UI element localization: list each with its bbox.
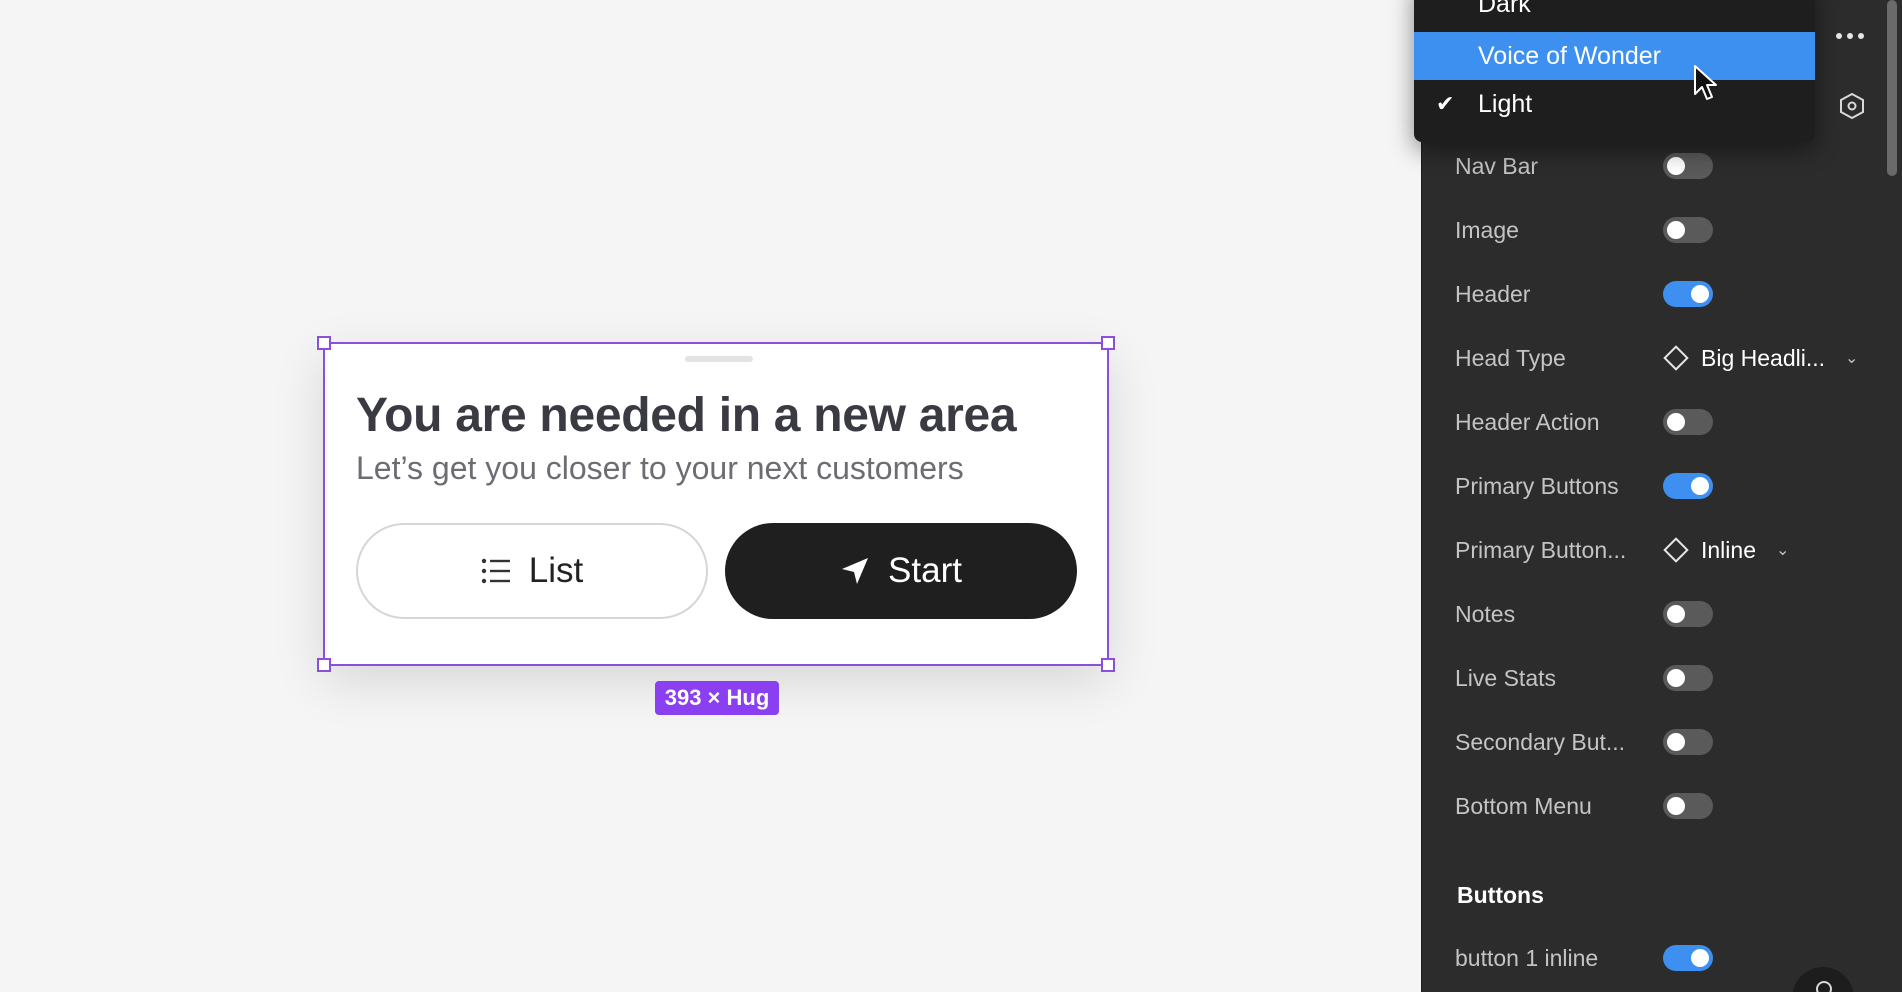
variant-value: Inline [1701, 536, 1756, 563]
property-label: Nav Bar [1455, 152, 1539, 179]
dropdown-item-dark[interactable]: Dark [1414, 0, 1815, 28]
property-row-notes: Notes [1455, 594, 1875, 634]
sheet-grabber [685, 356, 753, 362]
property-label: Live Stats [1455, 664, 1556, 691]
toggle-switch[interactable] [1663, 281, 1713, 307]
resize-handle-bottom-left[interactable] [317, 658, 331, 672]
property-row-primary-button: Primary Button... Inline ⌄ [1455, 530, 1875, 570]
resize-handle-top-right[interactable] [1101, 336, 1115, 350]
toggle-switch[interactable] [1663, 473, 1713, 499]
variant-diamond-icon [1663, 537, 1689, 563]
toggle-switch[interactable] [1663, 217, 1713, 243]
resize-handle-bottom-right[interactable] [1101, 658, 1115, 672]
toggle-switch[interactable] [1663, 409, 1713, 435]
navigation-arrow-icon [840, 556, 870, 586]
section-title-buttons: Buttons [1457, 882, 1544, 908]
theme-dropdown-menu[interactable]: Dark Voice of Wonder ✔ Light [1414, 0, 1815, 142]
start-button-label: Start [888, 551, 962, 590]
list-button[interactable]: List [356, 523, 708, 619]
selected-component-frame[interactable]: You are needed in a new area Let’s get y… [317, 336, 1115, 672]
property-row-header-action: Header Action [1455, 402, 1875, 442]
property-row-image: Image [1455, 210, 1875, 250]
property-label: Secondary But... [1455, 728, 1626, 755]
toggle-switch[interactable] [1663, 153, 1713, 179]
variant-select[interactable]: Big Headli... ⌄ [1663, 345, 1858, 372]
toggle-switch[interactable] [1663, 601, 1713, 627]
toggle-switch[interactable] [1663, 729, 1713, 755]
dropdown-item-label: Dark [1478, 0, 1531, 18]
property-label: Image [1455, 216, 1519, 243]
list-icon [481, 558, 511, 584]
size-badge: 393 × Hug [655, 681, 779, 715]
more-options-icon[interactable] [1836, 26, 1872, 46]
property-row-header: Header [1455, 274, 1875, 314]
toggle-switch[interactable] [1663, 793, 1713, 819]
toggle-switch[interactable] [1663, 665, 1713, 691]
component-instance-icon[interactable] [1838, 92, 1866, 125]
chevron-down-icon: ⌄ [1775, 542, 1790, 559]
property-row-live-stats: Live Stats [1455, 658, 1875, 698]
property-label: Header Action [1455, 408, 1600, 435]
property-label: Header [1455, 280, 1531, 307]
property-label: Head Type [1455, 344, 1566, 371]
property-row-nav-bar: Nav Bar [1455, 146, 1875, 186]
property-label: Bottom Menu [1455, 792, 1592, 819]
property-label: Primary Button... [1455, 536, 1627, 563]
dropdown-item-light[interactable]: ✔ Light [1414, 80, 1815, 128]
variant-value: Big Headli... [1701, 344, 1826, 371]
property-label: Primary Buttons [1455, 472, 1619, 499]
property-row-bottom-menu: Bottom Menu [1455, 786, 1875, 826]
sheet-title: You are needed in a new area [356, 389, 1017, 442]
properties-panel: Nav Bar Image Header Head Type Big Headli...… [1421, 0, 1902, 992]
list-button-label: List [528, 551, 584, 590]
dropdown-item-voice-of-wonder[interactable]: Voice of Wonder [1414, 32, 1815, 80]
start-button[interactable]: Start [725, 523, 1077, 619]
variant-select[interactable]: Inline ⌄ [1663, 537, 1789, 564]
toggle-switch[interactable] [1663, 945, 1713, 971]
sheet-subtitle: Let’s get you closer to your next custom… [356, 450, 964, 486]
resize-handle-top-left[interactable] [317, 336, 331, 350]
checkmark-icon: ✔ [1436, 91, 1455, 116]
dropdown-item-label: Light [1478, 89, 1533, 118]
chevron-down-icon: ⌄ [1845, 350, 1859, 367]
mouse-pointer-icon [1693, 64, 1719, 107]
property-row-secondary-but: Secondary But... [1455, 722, 1875, 762]
property-row-head-type: Head Type Big Headli... ⌄ [1455, 338, 1875, 378]
panel-scrollbar[interactable] [1887, 0, 1897, 176]
variant-diamond-icon [1663, 345, 1689, 371]
design-canvas[interactable]: You are needed in a new area Let’s get y… [0, 0, 1421, 992]
property-row-primary-buttons: Primary Buttons [1455, 466, 1875, 506]
property-label: Notes [1455, 600, 1516, 627]
dropdown-item-label: Voice of Wonder [1478, 41, 1661, 70]
property-label: button 1 inline [1455, 944, 1599, 971]
